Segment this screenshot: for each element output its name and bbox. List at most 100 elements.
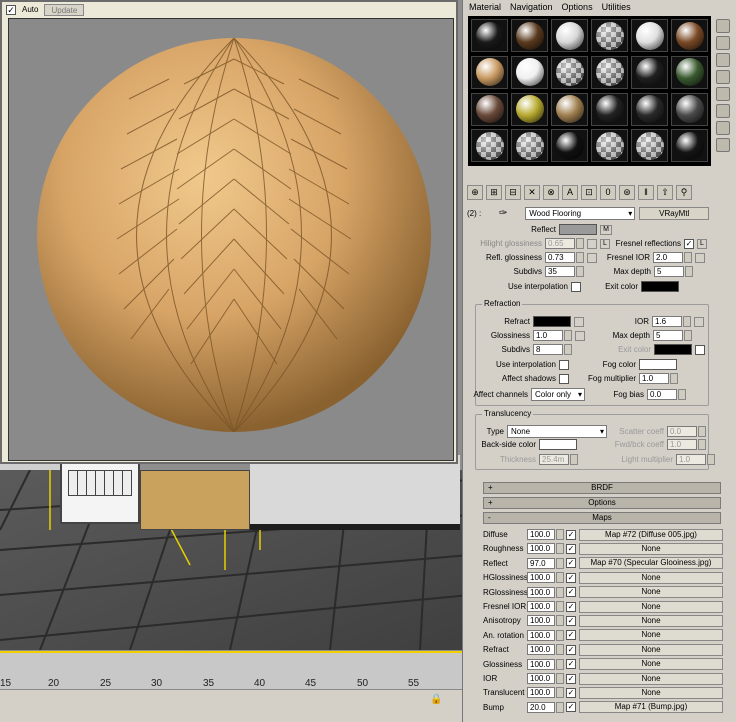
material-slot[interactable]: [631, 92, 668, 126]
fresnel-ior-spinner[interactable]: 2.0: [653, 252, 683, 263]
material-slot[interactable]: [511, 55, 548, 89]
material-slot[interactable]: [511, 19, 548, 52]
spinner-arrows[interactable]: [556, 629, 564, 641]
fogcolor-swatch[interactable]: [639, 359, 677, 370]
map-enable-checkbox[interactable]: ✓: [566, 644, 576, 655]
spinner-arrows[interactable]: [556, 673, 564, 684]
spinner-arrows[interactable]: [556, 529, 564, 540]
material-slot[interactable]: [671, 19, 708, 52]
toolbar-button-5[interactable]: A: [562, 184, 578, 200]
material-type-button[interactable]: VRayMtl: [639, 206, 710, 220]
spinner-arrows[interactable]: [684, 330, 692, 341]
map-slot-button[interactable]: Map #72 (Diffuse 005.jpg): [579, 528, 723, 541]
toolbar-button-9[interactable]: ‖: [638, 184, 654, 200]
material-preview-window[interactable]: ✓ Auto Update: [0, 0, 458, 464]
reflect-map-button[interactable]: M: [600, 224, 612, 235]
refl-subdivs-spinner[interactable]: 35: [545, 266, 575, 277]
map-enable-checkbox[interactable]: ✓: [566, 673, 576, 684]
video-color-icon[interactable]: [716, 87, 730, 101]
refl-maxdepth-spinner[interactable]: 5: [654, 266, 684, 277]
update-button[interactable]: Update: [44, 3, 85, 16]
refl-gloss-map-button[interactable]: [587, 252, 597, 263]
toolbar-button-2[interactable]: ⊟: [505, 184, 521, 200]
rollout-options[interactable]: + Options: [483, 497, 721, 509]
refl-gloss-spinner[interactable]: 0.73: [545, 252, 575, 263]
spinner-arrows[interactable]: [698, 439, 706, 450]
map-enable-checkbox[interactable]: ✓: [566, 687, 576, 698]
select-by-material-icon[interactable]: [716, 138, 730, 152]
spinner-arrows[interactable]: [576, 238, 584, 249]
fresnel-ior-map-button[interactable]: [695, 252, 705, 263]
material-slot[interactable]: [631, 129, 668, 163]
toolbar-button-4[interactable]: ⊗: [543, 184, 559, 200]
map-amount-spinner[interactable]: 100.0: [527, 687, 555, 699]
spinner-arrows[interactable]: [685, 266, 693, 277]
spinner-arrows[interactable]: [556, 658, 564, 670]
material-slot[interactable]: [631, 19, 668, 52]
pick-material-icon[interactable]: ✑: [485, 208, 521, 219]
map-slot-button[interactable]: None: [579, 658, 723, 671]
map-amount-spinner[interactable]: 100.0: [527, 586, 555, 598]
map-slot-button[interactable]: None: [579, 686, 723, 699]
uv-tiling-icon[interactable]: [716, 70, 730, 84]
spinner-arrows[interactable]: [556, 687, 564, 699]
map-slot-button[interactable]: None: [579, 614, 723, 627]
backlight-icon[interactable]: [716, 36, 730, 50]
spinner-arrows[interactable]: [556, 615, 564, 627]
refract-map-button[interactable]: [574, 316, 584, 327]
affect-shadows-checkbox[interactable]: [559, 373, 569, 384]
spinner-arrows[interactable]: [707, 454, 715, 465]
map-amount-spinner[interactable]: 100.0: [527, 629, 555, 641]
map-amount-spinner[interactable]: 100.0: [527, 644, 555, 656]
spinner-arrows[interactable]: [670, 373, 678, 384]
map-enable-checkbox[interactable]: ✓: [566, 558, 576, 569]
hilight-map-button[interactable]: [587, 238, 597, 249]
refl-useinterp-checkbox[interactable]: [571, 281, 581, 292]
refr-gloss-spinner[interactable]: 1.0: [533, 330, 563, 341]
spinner-arrows[interactable]: [564, 344, 572, 355]
sample-type-icon[interactable]: [716, 19, 730, 33]
menu-navigation[interactable]: Navigation: [510, 2, 553, 12]
fwdbck-spinner[interactable]: 1.0: [667, 439, 697, 450]
map-enable-checkbox[interactable]: ✓: [566, 659, 576, 670]
ior-map-button[interactable]: [694, 316, 704, 327]
material-slot[interactable]: [551, 55, 588, 89]
lock-icon[interactable]: 🔒: [430, 694, 442, 705]
material-slot[interactable]: [511, 92, 548, 126]
make-preview-icon[interactable]: [716, 104, 730, 118]
material-slot[interactable]: [671, 55, 708, 89]
map-amount-spinner[interactable]: 100.0: [527, 615, 555, 627]
map-enable-checkbox[interactable]: ✓: [566, 587, 576, 598]
map-slot-button[interactable]: None: [579, 600, 723, 613]
refr-exitcolor-swatch[interactable]: [654, 344, 692, 355]
hilight-gloss-spinner[interactable]: 0.65: [545, 238, 575, 249]
map-enable-checkbox[interactable]: ✓: [566, 543, 576, 554]
refract-swatch[interactable]: [533, 316, 571, 327]
map-enable-checkbox[interactable]: ✓: [566, 529, 576, 540]
spinner-arrows[interactable]: [556, 543, 564, 555]
refl-exitcolor-swatch[interactable]: [641, 281, 679, 292]
backside-swatch[interactable]: [539, 439, 577, 450]
material-slot[interactable]: [471, 92, 508, 126]
map-slot-button[interactable]: None: [579, 542, 723, 555]
map-amount-spinner[interactable]: 100.0: [527, 529, 555, 540]
material-slot[interactable]: [631, 55, 668, 89]
material-slot[interactable]: [471, 129, 508, 163]
refr-exitcolor-checkbox[interactable]: [695, 344, 705, 355]
thickness-spinner[interactable]: 25.4m: [539, 454, 569, 465]
reflect-swatch[interactable]: [559, 224, 597, 235]
spinner-arrows[interactable]: [564, 330, 572, 341]
material-name-field[interactable]: Wood Flooring: [525, 206, 636, 220]
fogmult-spinner[interactable]: 1.0: [639, 373, 669, 384]
toolbar-button-3[interactable]: ✕: [524, 184, 540, 200]
refr-gloss-map-button[interactable]: [575, 330, 585, 341]
options-icon[interactable]: [716, 121, 730, 135]
menu-options[interactable]: Options: [562, 2, 593, 12]
spinner-arrows[interactable]: [684, 252, 692, 263]
toolbar-button-11[interactable]: ⚲: [676, 184, 692, 200]
lightmult-spinner[interactable]: 1.0: [676, 454, 706, 465]
ior-spinner[interactable]: 1.6: [652, 316, 682, 327]
spinner-arrows[interactable]: [556, 557, 564, 569]
material-slot[interactable]: [671, 129, 708, 163]
rollout-brdf[interactable]: + BRDF: [483, 482, 721, 494]
